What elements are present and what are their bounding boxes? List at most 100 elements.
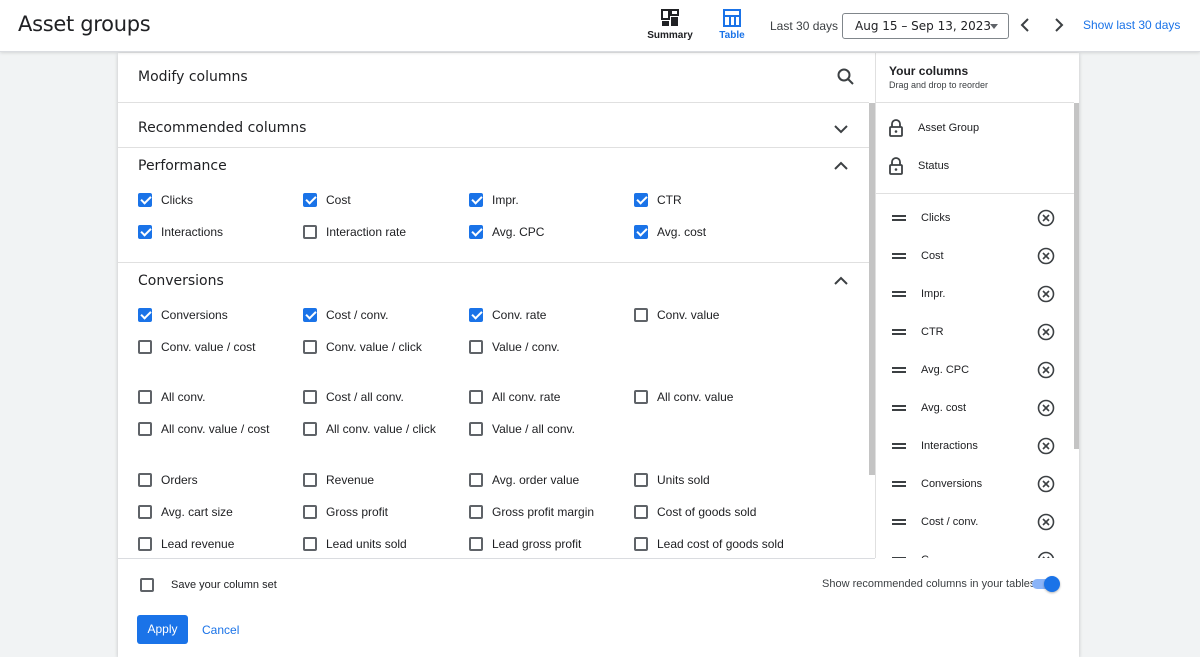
checkbox-checked (303, 193, 317, 207)
drag-handle-icon[interactable] (892, 327, 906, 337)
drag-handle-icon[interactable] (892, 555, 906, 558)
checkbox-unchecked (469, 505, 483, 519)
table-view-button[interactable]: Table (702, 8, 762, 48)
selected-column-row[interactable]: Cost (876, 237, 1074, 275)
checkbox-checked (469, 225, 483, 239)
lock-icon (889, 157, 903, 175)
drag-handle-icon[interactable] (892, 213, 906, 223)
selected-column-row[interactable]: Clicks (876, 199, 1074, 237)
selected-column-row[interactable]: Avg. CPC (876, 351, 1074, 389)
selected-column-row[interactable]: Impr. (876, 275, 1074, 313)
checkbox-unchecked (303, 473, 317, 487)
recommended-expand-button[interactable] (832, 120, 850, 138)
drag-handle-icon[interactable] (892, 403, 906, 413)
dropdown-caret-icon (990, 24, 998, 29)
selected-column-row[interactable]: Cost / conv. (876, 503, 1074, 541)
your-columns-panel: Your columns Drag and drop to reorder As… (875, 53, 1079, 558)
summary-view-label: Summary (647, 30, 693, 41)
apply-button[interactable]: Apply (137, 615, 188, 644)
checkbox-label: Orders (161, 473, 198, 487)
selected-column-label: Cost (921, 250, 944, 262)
remove-column-icon[interactable] (1037, 361, 1055, 379)
checkbox-label: Cost / conv. (326, 308, 389, 322)
checkbox-checked (303, 308, 317, 322)
performance-section-header[interactable]: Performance (138, 158, 227, 174)
checkbox-label: Lead units sold (326, 537, 407, 551)
checkbox-label: Value / all conv. (492, 422, 575, 436)
columns-picker-panel: Modify columns Recommended columns Perfo… (118, 53, 875, 657)
summary-view-button[interactable]: Summary (640, 8, 700, 48)
selected-column-label: Clicks (921, 212, 951, 224)
drag-handle-icon[interactable] (892, 479, 906, 489)
remove-column-icon[interactable] (1037, 323, 1055, 341)
drag-handle-icon[interactable] (892, 441, 906, 451)
remove-column-icon[interactable] (1037, 437, 1055, 455)
checkbox-unchecked (138, 390, 152, 404)
your-columns-scrollbar[interactable] (1074, 103, 1079, 449)
checkbox-unchecked (138, 340, 152, 354)
remove-column-icon[interactable] (1037, 551, 1055, 558)
checkbox-checked (634, 193, 648, 207)
fixed-column-row: Asset Group (876, 109, 1074, 147)
selected-column-label: Interactions (921, 440, 978, 452)
recommended-columns-header[interactable]: Recommended columns (138, 120, 306, 136)
drag-handle-icon[interactable] (892, 289, 906, 299)
next-period-button[interactable] (1048, 15, 1068, 35)
selected-column-row[interactable]: C (876, 541, 1074, 558)
checkbox-unchecked (634, 505, 648, 519)
checkbox-label: Gross profit margin (492, 505, 595, 519)
show-last-30-days-link[interactable]: Show last 30 days (1083, 18, 1180, 32)
selected-column-row[interactable]: CTR (876, 313, 1074, 351)
selected-column-label: Cost / conv. (921, 516, 979, 528)
checkbox-label: Conv. value / cost (161, 340, 256, 354)
remove-column-icon[interactable] (1037, 285, 1055, 303)
chevron-down-icon (834, 125, 848, 134)
selected-column-row[interactable]: Interactions (876, 427, 1074, 465)
remove-column-icon[interactable] (1037, 209, 1055, 227)
search-columns-button[interactable] (836, 67, 856, 87)
divider (118, 102, 869, 103)
remove-column-icon[interactable] (1037, 475, 1055, 493)
selected-column-label: Impr. (921, 288, 946, 300)
conversions-collapse-button[interactable] (832, 272, 850, 290)
remove-column-icon[interactable] (1037, 399, 1055, 417)
checkbox-unchecked (634, 473, 648, 487)
selected-column-label: CTR (921, 326, 944, 338)
checkbox-label: Lead cost of goods sold (657, 537, 784, 551)
selected-column-label: Avg. CPC (921, 364, 970, 376)
lock-icon (889, 119, 903, 137)
checkbox-checked (634, 225, 648, 239)
checkbox-unchecked (303, 505, 317, 519)
cancel-button[interactable]: Cancel (202, 623, 239, 637)
selected-column-row[interactable]: Conversions (876, 465, 1074, 503)
previous-period-button[interactable] (1016, 15, 1036, 35)
save-column-set-label: Save your column set (171, 579, 277, 591)
checkbox-unchecked (634, 537, 648, 551)
checkbox-label: Value / conv. (492, 340, 560, 354)
remove-column-icon[interactable] (1037, 513, 1055, 531)
checkbox-unchecked (303, 390, 317, 404)
drag-handle-icon[interactable] (892, 251, 906, 261)
chevron-left-icon (1020, 18, 1029, 32)
drag-handle-icon[interactable] (892, 365, 906, 375)
drag-handle-icon[interactable] (892, 517, 906, 527)
divider (876, 102, 1074, 103)
chevron-up-icon (834, 161, 848, 170)
conversions-section-header[interactable]: Conversions (138, 273, 224, 289)
checkbox-unchecked (138, 473, 152, 487)
date-range-select[interactable]: Aug 15 – Sep 13, 2023 (842, 13, 1009, 39)
chevron-up-icon (834, 276, 848, 285)
fixed-column-row: Status (876, 147, 1074, 185)
checkbox-unchecked (303, 225, 317, 239)
checkbox-label: Cost / all conv. (326, 390, 404, 404)
checkbox-label: All conv. value / click (326, 422, 436, 436)
selected-column-row[interactable]: Avg. cost (876, 389, 1074, 427)
checkbox-label: Units sold (657, 473, 710, 487)
range-label: Last 30 days (770, 19, 839, 33)
recommended-columns-toggle[interactable] (1032, 576, 1060, 592)
remove-column-icon[interactable] (1037, 247, 1055, 265)
checkbox-unchecked (138, 422, 152, 436)
performance-collapse-button[interactable] (832, 157, 850, 175)
checkbox-label: Clicks (161, 193, 193, 207)
date-range-value: Aug 15 – Sep 13, 2023 (855, 19, 992, 33)
